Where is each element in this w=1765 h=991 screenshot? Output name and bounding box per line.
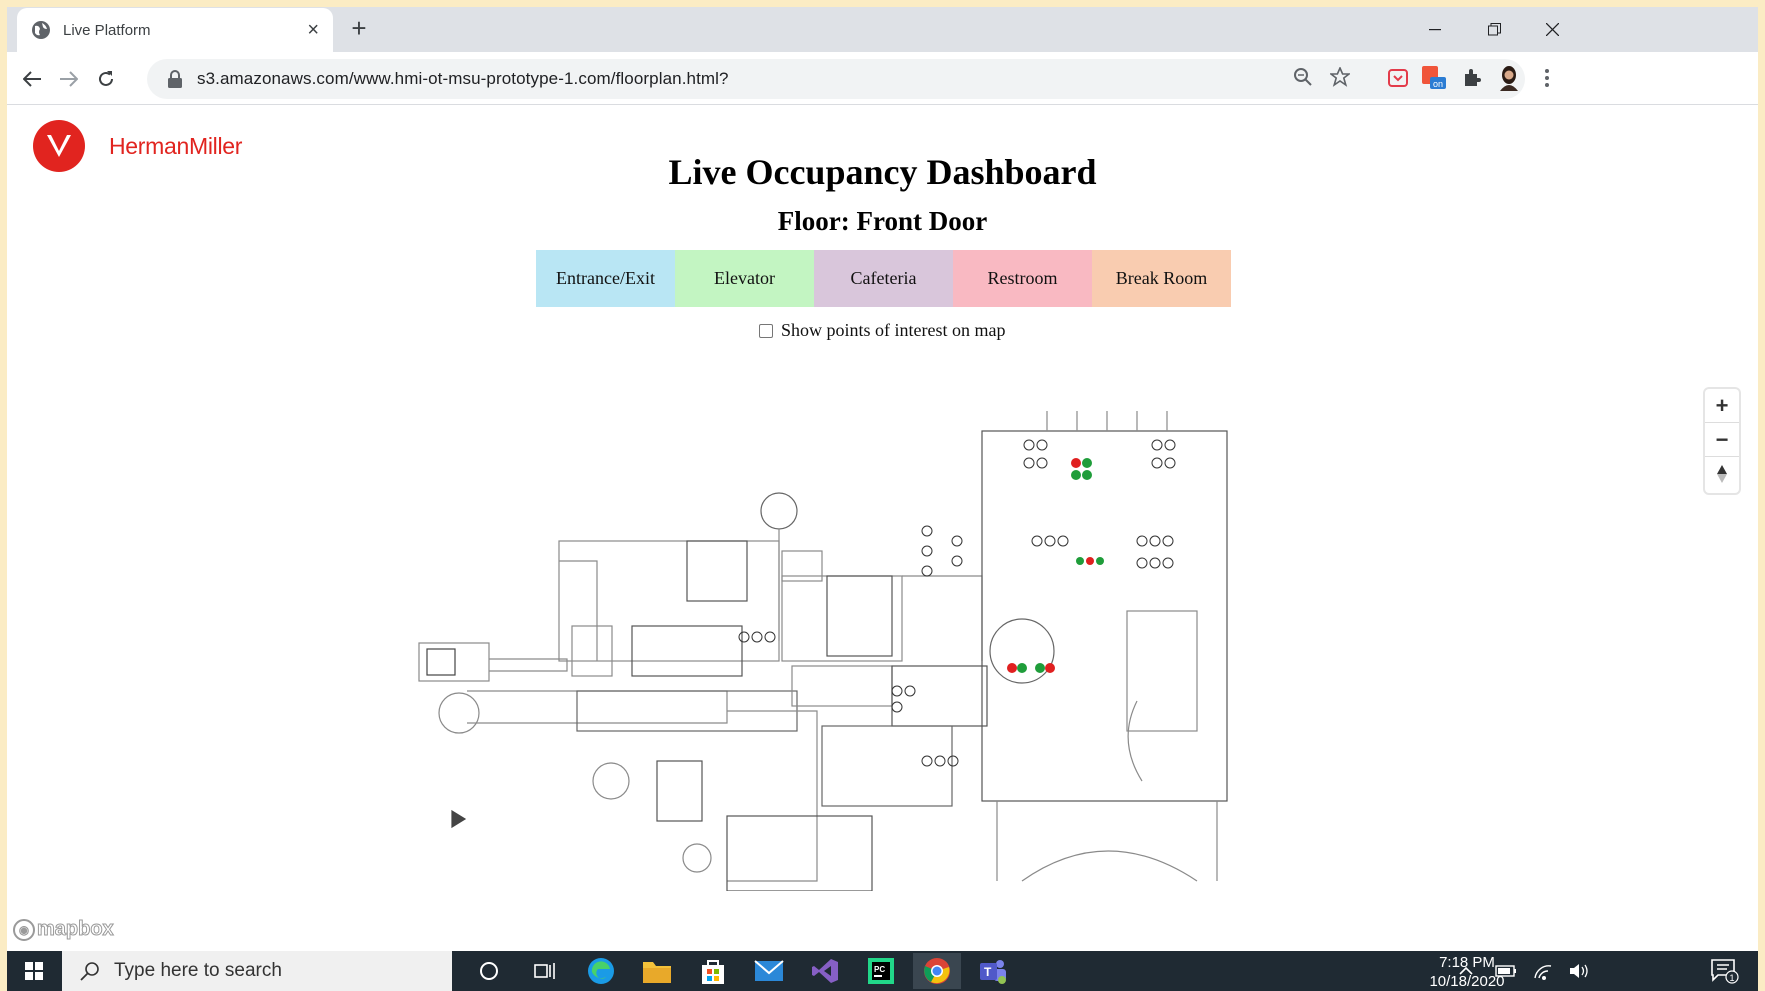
- mail-icon[interactable]: [745, 953, 793, 989]
- search-placeholder: Type here to search: [114, 960, 282, 981]
- svg-text:T: T: [984, 965, 992, 979]
- page-title: Live Occupancy Dashboard: [668, 152, 1097, 192]
- volume-icon[interactable]: [1565, 951, 1593, 991]
- taskbar-search-box[interactable]: Type here to search: [62, 951, 452, 991]
- search-icon: [80, 962, 99, 981]
- forward-arrow-icon[interactable]: [54, 64, 84, 94]
- wifi-icon[interactable]: [1529, 951, 1557, 991]
- notification-count: 1: [1730, 973, 1735, 983]
- action-center-icon[interactable]: 1: [1705, 951, 1745, 991]
- minimize-icon[interactable]: [1406, 7, 1464, 52]
- restore-icon[interactable]: [1465, 7, 1523, 52]
- floorplan-room: [826, 575, 893, 657]
- floorplan-room: [981, 430, 1228, 802]
- floorplan-room: [821, 725, 953, 807]
- floorplan-room: [989, 618, 1055, 684]
- tab-strip: Live Platform × +: [7, 7, 1758, 52]
- floorplan-room: [1126, 610, 1198, 732]
- chrome-menu-icon[interactable]: [1533, 64, 1561, 92]
- svg-text:PC: PC: [874, 965, 885, 974]
- task-view-icon[interactable]: [521, 953, 569, 989]
- tab-live-platform[interactable]: Live Platform ×: [17, 8, 333, 52]
- clock-time: 7:18 PM: [1439, 954, 1495, 971]
- reload-icon[interactable]: [91, 64, 121, 94]
- mapbox-wordmark: mapbox: [37, 918, 115, 941]
- floorplan-room: [438, 692, 480, 734]
- floorplan-room: [656, 760, 703, 822]
- bookmark-star-icon[interactable]: [1325, 62, 1355, 92]
- back-arrow-icon[interactable]: [17, 64, 47, 94]
- browser-window: Live Platform × + s3.amazonaws.com/www.h…: [7, 7, 1758, 991]
- clock-date: 10/18/2020: [1429, 973, 1505, 990]
- system-clock[interactable]: 7:18 PM 10/18/2020: [1422, 953, 1512, 991]
- zoom-out-button[interactable]: −: [1705, 423, 1739, 457]
- tab-title: Live Platform: [63, 21, 151, 39]
- extension-on-badge-icon[interactable]: on: [1420, 64, 1448, 92]
- chrome-taskbar-icon[interactable]: [913, 953, 961, 989]
- close-window-icon[interactable]: [1523, 7, 1581, 52]
- floorplan-room: [781, 575, 903, 662]
- legend-entrance-exit[interactable]: Entrance/Exit: [536, 250, 675, 307]
- lock-icon: [168, 70, 182, 88]
- zoom-magnifier-icon[interactable]: [1288, 62, 1318, 92]
- floorplan-map[interactable]: [397, 411, 1242, 891]
- browser-toolbar: s3.amazonaws.com/www.hmi-ot-msu-prototyp…: [7, 52, 1758, 105]
- floorplan-room: [791, 665, 893, 707]
- pycharm-icon[interactable]: PC: [857, 953, 905, 989]
- floorplan-room: [631, 625, 743, 677]
- windows-start-icon[interactable]: [7, 951, 61, 991]
- address-bar[interactable]: s3.amazonaws.com/www.hmi-ot-msu-prototyp…: [147, 59, 1525, 99]
- compass-reset-north-icon[interactable]: [1705, 457, 1739, 491]
- legend-elevator[interactable]: Elevator: [675, 250, 814, 307]
- cortana-icon[interactable]: [465, 953, 513, 989]
- floorplan-room: [682, 843, 712, 873]
- dashboard-page: HermanMiller Live Occupancy Dashboard Fl…: [7, 106, 1758, 951]
- profile-avatar-icon[interactable]: [1495, 64, 1523, 92]
- poi-legend: Entrance/Exit Elevator Cafeteria Restroo…: [536, 250, 1231, 307]
- floorplan-room: [891, 665, 988, 727]
- file-explorer-icon[interactable]: [633, 953, 681, 989]
- legend-break-room[interactable]: Break Room: [1092, 250, 1231, 307]
- globe-icon: [32, 21, 50, 39]
- zoom-in-button[interactable]: +: [1705, 389, 1739, 423]
- floorplan-room: [760, 492, 798, 530]
- close-tab-icon[interactable]: ×: [307, 19, 319, 42]
- floorplan-room: [686, 540, 748, 602]
- visual-studio-icon[interactable]: [801, 953, 849, 989]
- edge-browser-icon[interactable]: [577, 953, 625, 989]
- legend-cafeteria[interactable]: Cafeteria: [814, 250, 953, 307]
- floorplan-room: [592, 762, 630, 800]
- mapbox-logo-icon: ◉: [13, 918, 35, 941]
- windows-taskbar: Type here to search PC T 7:18 PM 10/18/2…: [7, 951, 1758, 991]
- microsoft-store-icon[interactable]: [689, 953, 737, 989]
- new-tab-button[interactable]: +: [343, 13, 375, 45]
- floorplan-room: [426, 648, 456, 676]
- map-zoom-controls: + −: [1705, 389, 1739, 493]
- mapbox-attribution[interactable]: ◉ mapbox: [13, 918, 114, 941]
- floor-title: Floor: Front Door: [777, 206, 988, 236]
- pocket-extension-icon[interactable]: [1384, 64, 1412, 92]
- teams-icon[interactable]: T: [969, 953, 1017, 989]
- url-text: s3.amazonaws.com/www.hmi-ot-msu-prototyp…: [197, 69, 729, 88]
- svg-text:on: on: [1433, 79, 1443, 89]
- puzzle-extensions-icon[interactable]: [1458, 64, 1486, 92]
- floorplan-room: [726, 815, 873, 891]
- floorplan-room: [571, 625, 613, 677]
- poi-toggle[interactable]: Show points of interest on map: [759, 320, 1005, 341]
- poi-checkbox[interactable]: [759, 323, 773, 338]
- legend-restroom[interactable]: Restroom: [953, 250, 1092, 307]
- poi-checkbox-label: Show points of interest on map: [781, 320, 1006, 340]
